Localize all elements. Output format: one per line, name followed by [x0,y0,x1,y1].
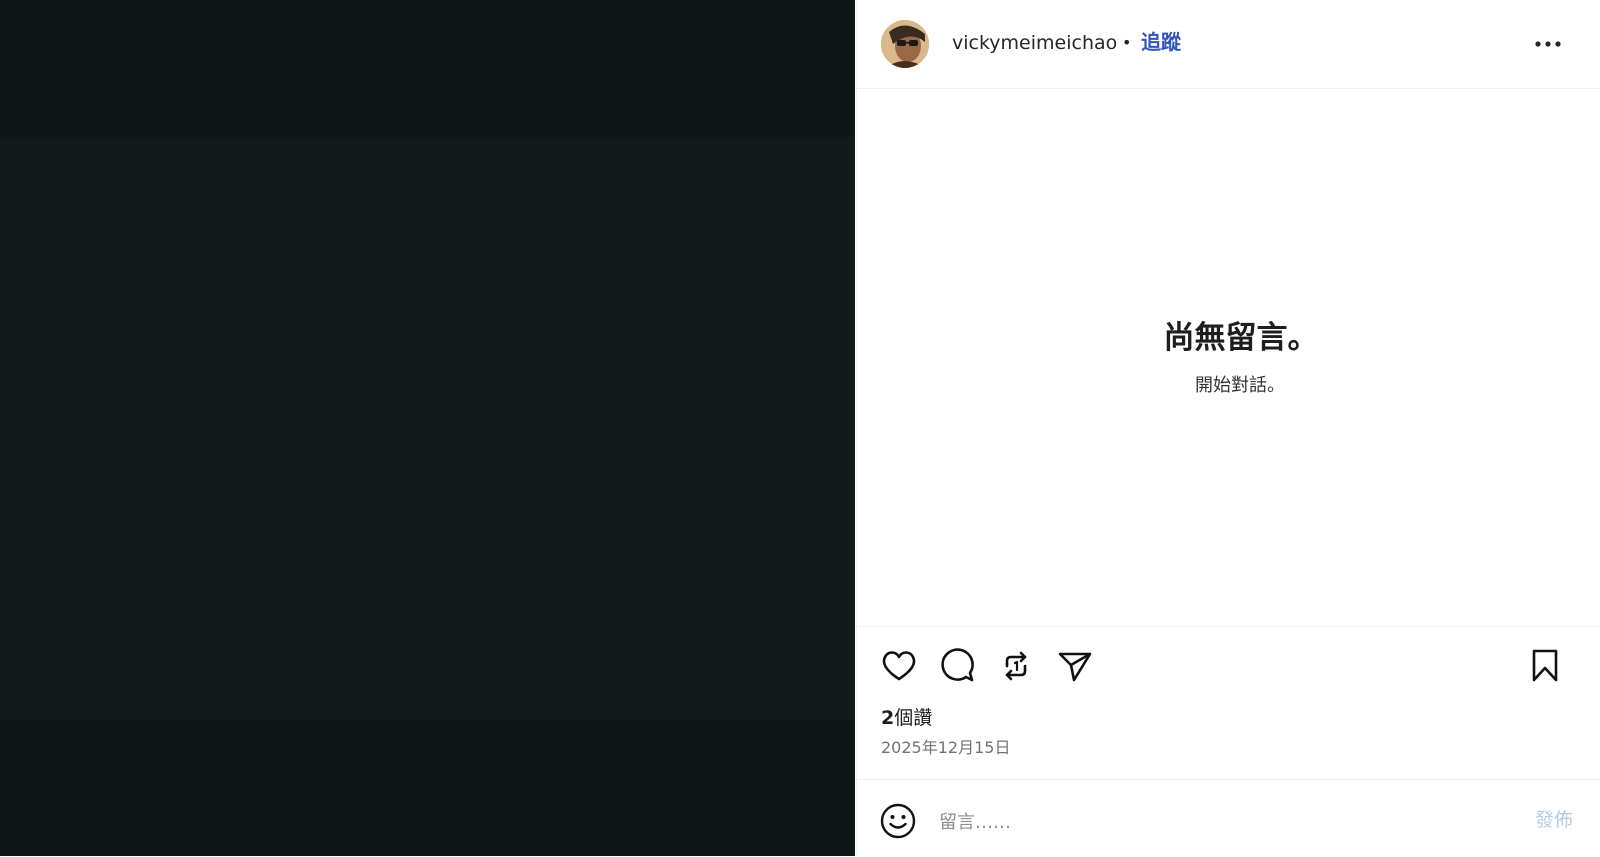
post-comment-button[interactable]: 發佈 [1535,807,1573,833]
empty-comments-subtitle: 開始對話。 [1195,375,1285,396]
avatar[interactable] [881,20,929,68]
comment-icon[interactable] [937,646,977,686]
smiley-icon[interactable] [879,802,917,840]
post-side-panel: vickymeimeichao • 追蹤 尚無留言。 開始對話。 2個讚 202… [856,0,1600,856]
post-date[interactable]: 2025年12月15日 [881,737,1010,759]
empty-comments-title: 尚無留言。 [1163,320,1319,356]
likes-number: 2 [881,707,895,729]
send-icon[interactable] [1055,646,1095,686]
username[interactable]: vickymeimeichao [952,31,1117,55]
follow-button[interactable]: 追蹤 [1141,30,1181,54]
heart-icon[interactable] [879,646,919,686]
comment-composer: 發佈 [857,779,1600,857]
separator-dot: • [1122,33,1132,52]
more-horizontal-icon[interactable] [1533,32,1563,56]
post-header: vickymeimeichao • 追蹤 [857,0,1600,89]
comment-input[interactable] [937,804,1501,840]
likes-suffix: 個讚 [894,707,933,729]
bookmark-icon[interactable] [1525,646,1565,686]
repost-icon[interactable] [996,646,1036,686]
actions-divider [857,626,1600,627]
likes-count[interactable]: 2個讚 [881,705,932,731]
media-image [0,137,855,720]
media-viewer[interactable] [0,0,855,856]
